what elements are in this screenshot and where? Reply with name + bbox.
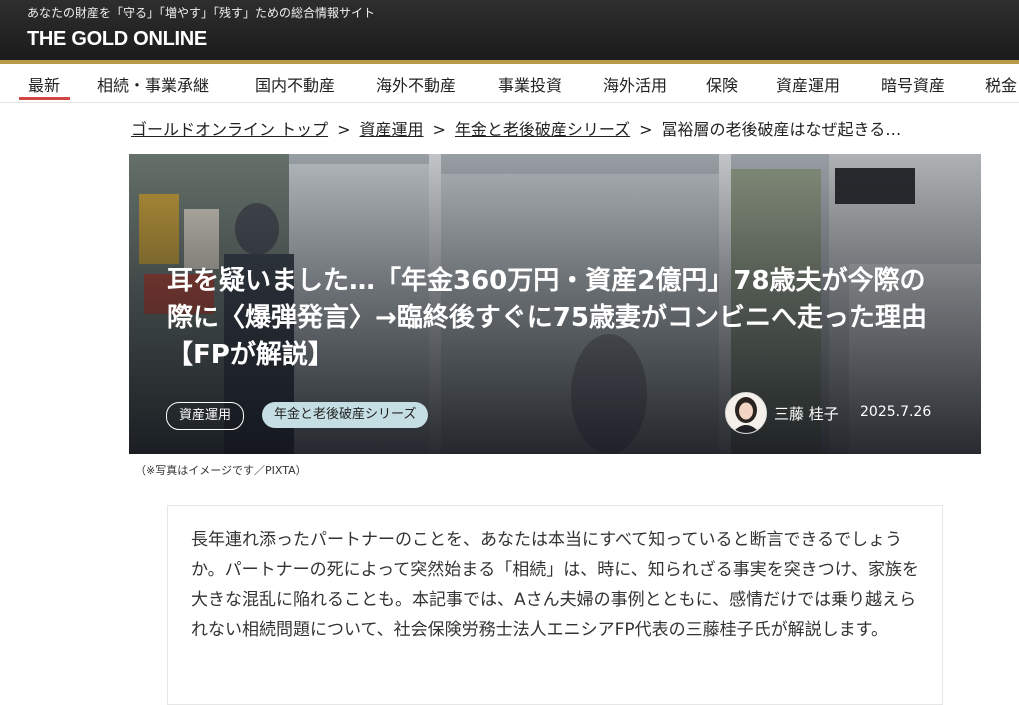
nav-item-inheritance[interactable]: 相続・事業承継 [97,72,209,96]
nav-item-tax[interactable]: 税金 [985,72,1017,96]
nav-item-insurance[interactable]: 保険 [706,72,738,96]
article-lead: 長年連れ添ったパートナーのことを、あなたは本当にすべて知っていると断言できるでし… [167,505,943,705]
breadcrumb-current: 冨裕層の老後破産はなぜ起きる… [661,120,902,139]
photo-caption: （※写真はイメージです／PIXTA） [135,464,307,477]
breadcrumb: ゴールドオンライン トップ > 資産運用 > 年金と老後破産シリーズ > 冨裕層の老後破産は… [131,116,901,140]
nav-item-overseas-real-estate[interactable]: 海外不動産 [376,72,456,96]
article-title: 耳を疑いました…「年金360万円・資産2億円」78歳夫が今際の際に〈爆弾発言〉→… [167,266,927,370]
nav-active-indicator [19,97,70,100]
tag-asset-management[interactable]: 資産運用 [166,402,245,430]
site-logo[interactable]: THE GOLD ONLINE [27,28,207,51]
nav-item-latest[interactable]: 最新 [28,72,60,96]
author-name[interactable]: 三藤 桂子 [774,403,839,424]
breadcrumb-separator: > [432,120,446,139]
breadcrumb-separator: > [337,120,351,139]
lead-text: 長年連れ添ったパートナーのことを、あなたは本当にすべて知っていると断言できるでし… [191,530,919,640]
breadcrumb-link-asset-management[interactable]: 資産運用 [360,120,424,139]
breadcrumb-link-top[interactable]: ゴールドオンライン トップ [131,120,328,139]
publish-date: 2025.7.26 [860,404,932,420]
article-hero: 耳を疑いました…「年金360万円・資産2億円」78歳夫が今際の際に〈爆弾発言〉→… [129,154,981,454]
tag-pension-series[interactable]: 年金と老後破産シリーズ [262,402,429,428]
site-tagline: あなたの財産を「守る」「増やす」「残す」ための総合情報サイト [27,6,376,20]
breadcrumb-separator: > [639,120,653,139]
site-header: あなたの財産を「守る」「増やす」「残す」ための総合情報サイト THE GOLD … [0,0,1019,60]
nav-item-domestic-real-estate[interactable]: 国内不動産 [255,72,335,96]
breadcrumb-link-series[interactable]: 年金と老後破産シリーズ [455,120,630,139]
nav-item-overseas-utilization[interactable]: 海外活用 [603,72,667,96]
nav-item-asset-management[interactable]: 資産運用 [776,72,840,96]
nav-item-business-investment[interactable]: 事業投資 [498,72,562,96]
category-nav: 最新 相続・事業承継 国内不動産 海外不動産 事業投資 海外活用 保険 資産運用… [0,64,1019,103]
avatar-portrait [726,393,766,433]
author-avatar[interactable] [725,392,767,434]
nav-item-crypto[interactable]: 暗号資産 [881,72,945,96]
